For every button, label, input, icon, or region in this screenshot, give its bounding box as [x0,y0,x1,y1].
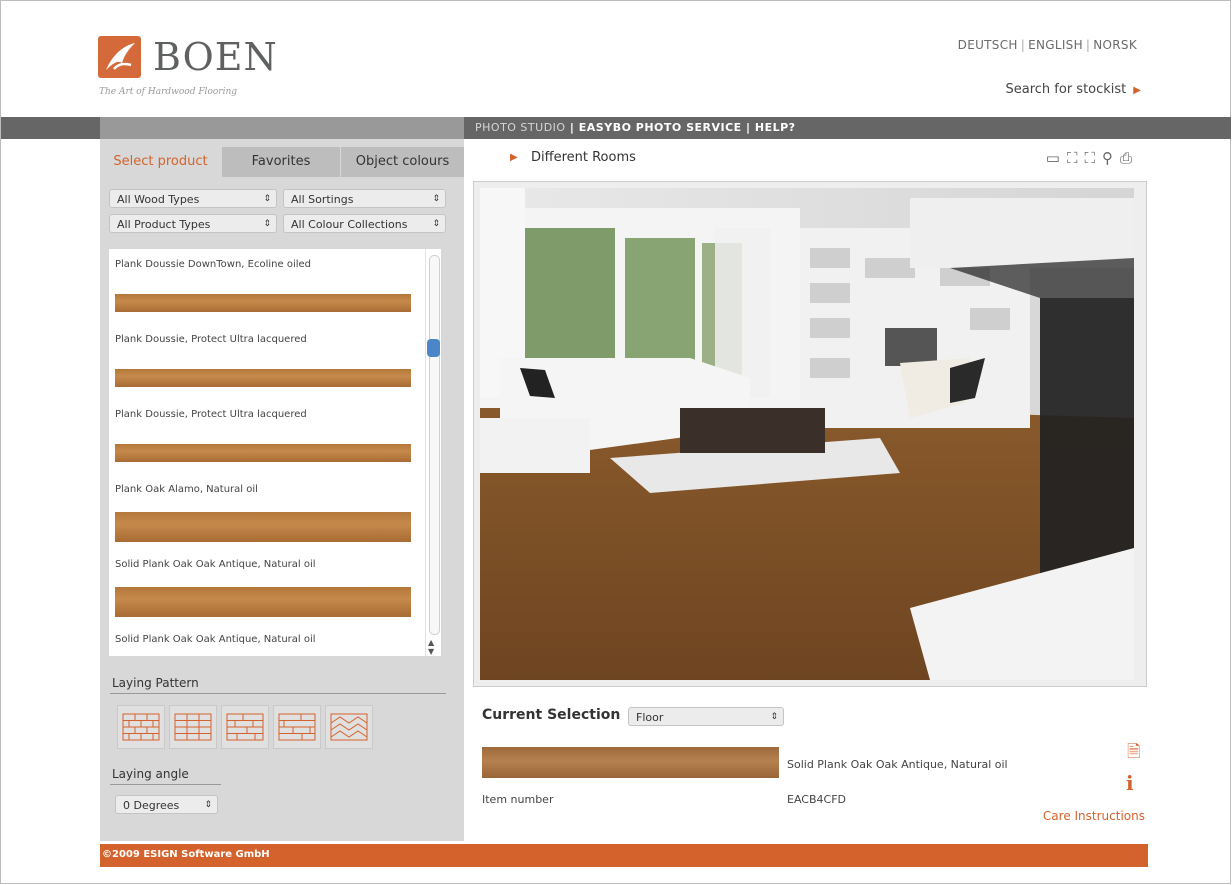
sortings-select[interactable]: All Sortings ⇕ [283,189,446,208]
room-photo[interactable] [473,181,1147,687]
laying-angle-label: Laying angle [112,767,189,781]
laying-pattern-label: Laying Pattern [112,676,199,690]
nav-photo-studio[interactable]: PHOTO STUDIO [475,121,566,134]
product-tabs: Select product Favorites Object colours [100,147,464,177]
room-scene-image [480,188,1134,680]
search-stockist-label: Search for stockist [1005,82,1127,97]
product-list-scrollbar[interactable]: ▲ ▼ [425,249,441,656]
product-types-value: All Product Types [117,218,211,231]
product-types-select[interactable]: All Product Types ⇕ [109,214,277,233]
current-selection-label: Current Selection [482,707,621,723]
tab-favorites[interactable]: Favorites [222,147,340,177]
top-nav-bar: PHOTO STUDIO | EASYBO PHOTO SERVICE | HE… [1,117,1231,139]
product-swatch [115,369,411,387]
product-name: Plank Doussie, Protect Ultra lacquered [115,334,307,345]
footer-bar: ©2009 ESIGN Software GmbH [100,844,1148,867]
product-name: Plank Doussie, Protect Ultra lacquered [115,409,307,420]
pattern-herringbone-icon[interactable] [325,705,373,749]
care-instructions-link[interactable]: Care Instructions [1043,809,1145,823]
nav-easybo-photo-service[interactable]: EASYBO PHOTO SERVICE [579,121,742,134]
brand-name[interactable]: BOEN [153,34,278,80]
brand-tagline: The Art of Hardwood Flooring [99,87,238,97]
language-switcher: DEUTSCH | ENGLISH | NORSK [957,38,1137,52]
colour-collections-select[interactable]: All Colour Collections ⇕ [283,214,446,233]
info-icon[interactable]: i [1126,771,1134,795]
collapse-icon[interactable]: ⛶ [1084,149,1102,167]
search-stockist-link[interactable]: Search for stockist ▶ [1006,82,1142,97]
scrollbar-thumb[interactable] [427,339,440,357]
product-name: Solid Plank Oak Oak Antique, Natural oil [115,559,316,570]
view-toolbar: ▭⛶⛶⚲⎙ [1046,149,1139,167]
surface-value: Floor [636,711,664,724]
select-arrows-icon: ⇕ [204,800,212,810]
top-nav: PHOTO STUDIO | EASYBO PHOTO SERVICE | HE… [475,121,796,134]
nav-separator: | [746,121,751,134]
arrow-right-icon: ▶ [510,152,518,163]
tab-select-product[interactable]: Select product [100,147,221,177]
wood-types-select[interactable]: All Wood Types ⇕ [109,189,277,208]
product-swatch [115,444,411,462]
divider [110,693,446,694]
product-panel: Select product Favorites Object colours … [100,139,464,841]
lang-norsk-link[interactable]: NORSK [1093,38,1137,52]
select-arrows-icon: ⇕ [432,194,440,204]
print-icon[interactable]: ⎙ [1120,149,1139,167]
nav-help[interactable]: HELP? [755,121,796,134]
product-name: Solid Plank Oak Oak Antique, Natural oil [115,634,316,645]
colour-collections-value: All Colour Collections [291,218,408,231]
scroll-arrows-icon[interactable]: ▲ ▼ [428,638,434,656]
document-icon[interactable]: 🗎 [1127,739,1141,768]
product-swatch [115,587,411,617]
top-bar-left-block [100,117,464,139]
divider [110,784,221,785]
zoom-icon[interactable]: ⚲ [1102,149,1120,167]
copyright-text: ©2009 ESIGN Software GmbH [102,849,270,860]
surface-select[interactable]: Floor ⇕ [628,707,784,726]
product-swatch [115,294,411,312]
scrollbar-track [429,255,440,635]
select-arrows-icon: ⇕ [263,219,271,229]
sortings-value: All Sortings [291,193,354,206]
select-arrows-icon: ⇕ [432,219,440,229]
pattern-ladder-icon[interactable] [169,705,217,749]
current-product-swatch [482,747,779,778]
boen-logo-icon[interactable] [98,36,141,78]
item-number-value: EACB4CFD [787,793,846,806]
select-arrows-icon: ⇕ [263,194,271,204]
current-product-name: Solid Plank Oak Oak Antique, Natural oil [787,758,1008,771]
tab-object-colours[interactable]: Object colours [341,147,464,177]
wood-types-value: All Wood Types [117,193,200,206]
page-frame: BOEN The Art of Hardwood Flooring DEUTSC… [0,0,1231,884]
lang-english-link[interactable]: ENGLISH [1028,38,1083,52]
pattern-staggered-icon[interactable] [221,705,269,749]
item-number-label: Item number [482,793,554,806]
product-name: Plank Oak Alamo, Natural oil [115,484,258,495]
different-rooms-menu[interactable]: Different Rooms [531,150,636,165]
arrow-right-icon: ▶ [1133,85,1141,96]
monitor-icon[interactable]: ▭ [1046,149,1067,167]
laying-angle-value: 0 Degrees [123,799,180,812]
laying-angle-select[interactable]: 0 Degrees ⇕ [115,795,218,814]
pattern-brick-icon[interactable] [117,705,165,749]
lang-deutsch-link[interactable]: DEUTSCH [958,38,1018,52]
expand-icon[interactable]: ⛶ [1067,149,1085,167]
product-swatch [115,512,411,542]
nav-separator: | [569,121,575,134]
product-list: Plank Doussie DownTown, Ecoline oiled Pl… [109,249,440,656]
select-arrows-icon: ⇕ [770,712,778,722]
pattern-random-icon[interactable] [273,705,321,749]
product-name: Plank Doussie DownTown, Ecoline oiled [115,259,312,270]
